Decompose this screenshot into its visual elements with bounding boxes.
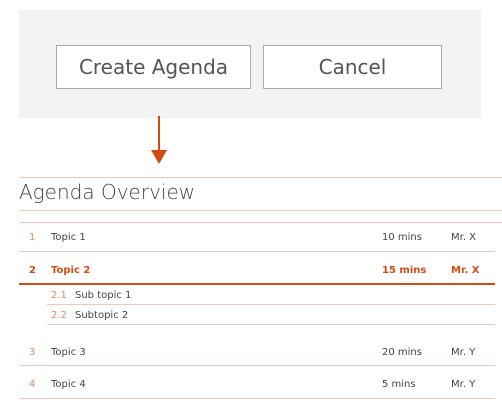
subtopic-number: 2.2 [51,310,67,321]
row-duration: 10 mins [382,232,422,243]
divider [19,283,495,285]
divider [47,304,495,305]
cancel-button[interactable]: Cancel [263,45,442,89]
agenda-dialog: Create Agenda Cancel [19,10,481,118]
row-presenter: Mr. X [451,265,480,276]
row-duration: 15 mins [382,265,427,276]
row-title: Topic 4 [51,379,86,390]
row-number: 4 [29,379,36,390]
row-title: Topic 1 [51,232,86,243]
subtopic-title: Sub topic 1 [75,290,132,301]
agenda-overview: Agenda Overview 1 Topic 1 10 mins Mr. X … [19,174,502,413]
row-number: 2 [29,265,36,276]
row-title: Topic 3 [51,347,86,358]
row-title: Topic 2 [51,265,91,276]
row-number: 3 [29,347,36,358]
row-number: 1 [29,232,36,243]
divider [19,210,502,211]
row-presenter: Mr. Y [451,379,476,390]
row-presenter: Mr. X [451,232,477,243]
divider [19,398,495,399]
divider [47,324,495,325]
subtopic-title: Subtopic 2 [75,310,129,321]
subtopic-number: 2.1 [51,290,67,301]
divider [19,365,495,366]
arrow-head-icon [151,150,167,164]
divider [19,177,502,178]
create-agenda-button[interactable]: Create Agenda [56,45,251,89]
row-duration: 5 mins [382,379,416,390]
row-duration: 20 mins [382,347,422,358]
row-presenter: Mr. Y [451,347,476,358]
divider [19,222,502,223]
arrow-down-icon [158,116,160,152]
agenda-title: Agenda Overview [19,180,196,204]
divider [19,251,495,252]
